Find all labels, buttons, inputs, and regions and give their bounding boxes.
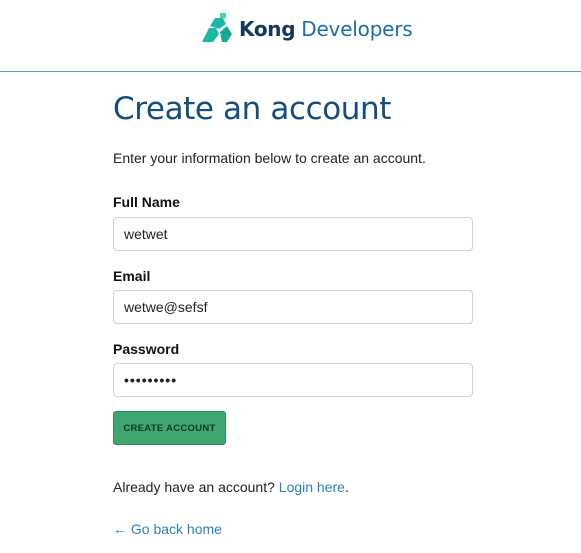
login-prompt-suffix: . bbox=[344, 479, 349, 495]
password-label: Password bbox=[113, 341, 180, 357]
login-prompt-text: Already have an account? bbox=[113, 479, 275, 495]
full-name-label: Full Name bbox=[113, 194, 180, 210]
go-back-home-link[interactable]: ← Go back home bbox=[113, 521, 222, 537]
kong-logo-icon bbox=[202, 13, 232, 42]
brand-name-bold: Kong bbox=[239, 17, 296, 41]
email-label: Email bbox=[113, 268, 151, 284]
brand-name-light: Developers bbox=[301, 17, 413, 41]
site-header: Kong Developers bbox=[0, 0, 581, 72]
brand-home-link[interactable]: Kong Developers bbox=[200, 12, 413, 46]
full-name-input[interactable] bbox=[113, 217, 473, 251]
email-input[interactable] bbox=[113, 290, 473, 324]
create-account-form: Create an account Enter your information… bbox=[113, 90, 473, 537]
page-title: Create an account bbox=[113, 91, 392, 127]
login-link[interactable]: Login here bbox=[279, 479, 345, 495]
intro-text: Enter your information below to create a… bbox=[113, 150, 426, 166]
password-input[interactable] bbox=[113, 363, 473, 397]
create-account-button[interactable]: CREATE ACCOUNT bbox=[113, 411, 226, 445]
login-prompt: Already have an account? Login here. bbox=[113, 479, 349, 495]
